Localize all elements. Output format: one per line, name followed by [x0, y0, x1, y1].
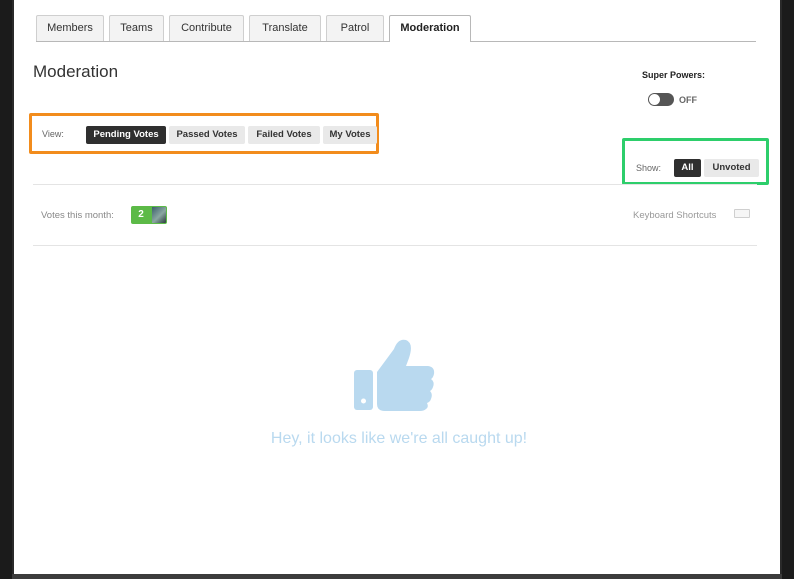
- view-filter-label: View:: [42, 129, 64, 139]
- failed-votes-button[interactable]: Failed Votes: [248, 126, 320, 144]
- divider-bottom: [33, 245, 757, 246]
- tab-teams[interactable]: Teams: [109, 15, 164, 41]
- votes-this-month-label: Votes this month:: [41, 210, 114, 221]
- super-powers-toggle[interactable]: [648, 93, 674, 106]
- keyboard-shortcuts-link[interactable]: Keyboard Shortcuts: [633, 210, 716, 221]
- super-powers-state: OFF: [679, 95, 697, 105]
- bottom-strip: [12, 574, 782, 579]
- voter-avatar[interactable]: [151, 206, 167, 224]
- page-title: Moderation: [33, 62, 119, 81]
- passed-votes-button[interactable]: Passed Votes: [169, 126, 245, 144]
- tab-members[interactable]: Members: [36, 15, 104, 41]
- view-filter-group: View: Pending Votes Passed Votes Failed …: [29, 113, 379, 154]
- tab-moderation[interactable]: Moderation: [389, 15, 471, 42]
- votes-count-badge: 2: [131, 206, 151, 224]
- tab-translate[interactable]: Translate: [249, 15, 321, 41]
- show-all-button[interactable]: All: [674, 159, 701, 177]
- keyboard-icon[interactable]: [734, 209, 750, 218]
- show-filter-label: Show:: [636, 163, 662, 173]
- show-filter-group: Show: All Unvoted: [622, 138, 769, 185]
- tab-contribute[interactable]: Contribute: [169, 15, 244, 41]
- thumbs-up-icon: [354, 339, 435, 411]
- divider-top: [33, 184, 757, 185]
- pending-votes-button[interactable]: Pending Votes: [86, 126, 166, 144]
- tab-patrol[interactable]: Patrol: [326, 15, 384, 41]
- tab-bar: Members Teams Contribute Translate Patro…: [36, 15, 756, 42]
- toggle-knob: [649, 94, 660, 105]
- empty-state-message: Hey, it looks like we're all caught up!: [270, 430, 528, 447]
- app-window: Members Teams Contribute Translate Patro…: [12, 0, 782, 574]
- show-unvoted-button[interactable]: Unvoted: [704, 159, 759, 177]
- super-powers-label: Super Powers:: [642, 70, 706, 80]
- my-votes-button[interactable]: My Votes: [323, 126, 377, 144]
